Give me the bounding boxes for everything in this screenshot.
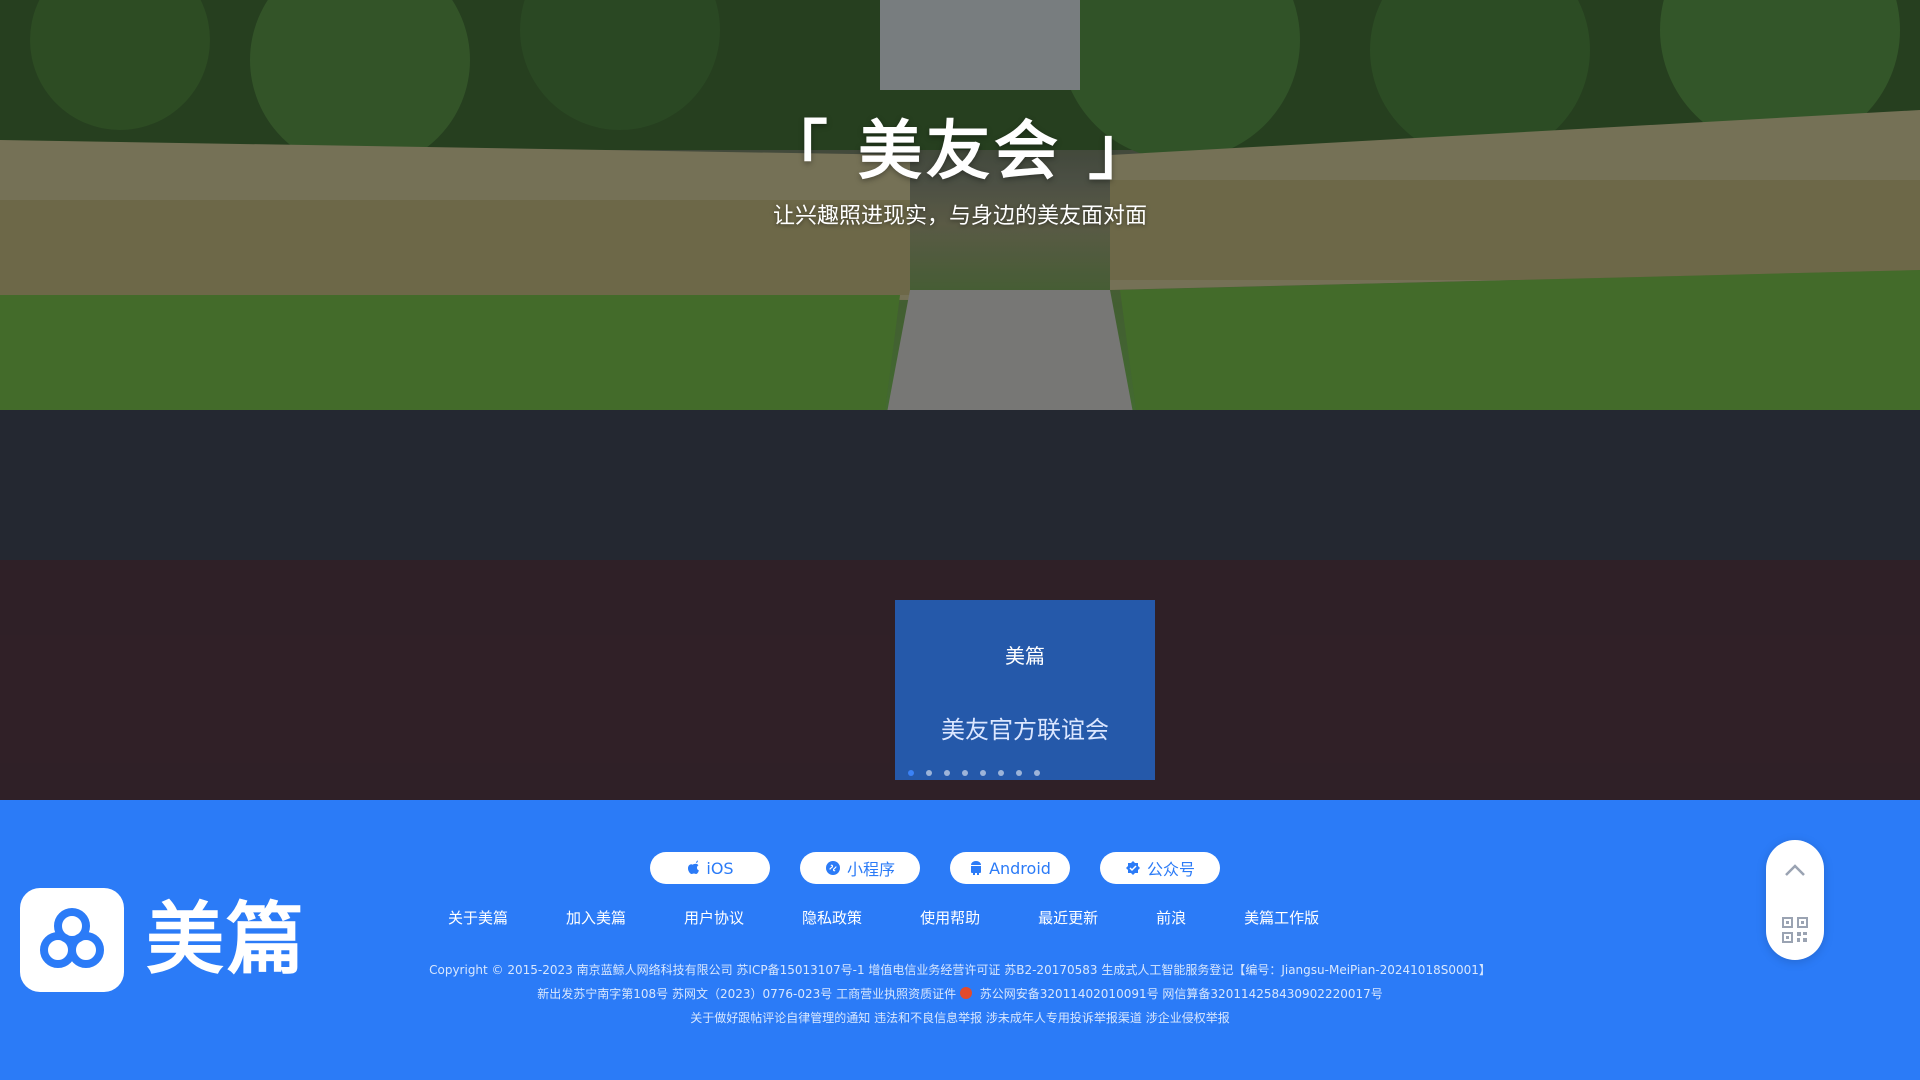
hero-banner[interactable]: 「 美友会 」 让兴趣照进现实，与身边的美友面对面 美篇 美友官方联谊会 bbox=[0, 0, 1920, 800]
ios-button[interactable]: iOS bbox=[650, 852, 770, 884]
side-widget bbox=[1766, 840, 1824, 960]
android-icon bbox=[971, 861, 982, 875]
carousel-dot[interactable] bbox=[962, 770, 968, 776]
back-to-top-icon bbox=[1785, 864, 1805, 876]
apple-icon bbox=[688, 860, 700, 874]
link-qianlang[interactable]: 前浪 bbox=[1156, 907, 1186, 928]
hero-subtitle: 让兴趣照进现实，与身边的美友面对面 bbox=[772, 204, 1147, 229]
license-text[interactable]: 新出发苏宁南字第108号 苏网文（2023）0776-023号 工商营业执照资质… bbox=[537, 987, 960, 1001]
miniprogram-button[interactable]: 小程序 bbox=[800, 852, 920, 884]
report-line[interactable]: 关于做好跟帖评论自律管理的通知 违法和不良信息举报 涉未成年人专用投诉举报渠道 … bbox=[0, 1006, 1920, 1030]
carousel-dot[interactable] bbox=[944, 770, 950, 776]
carousel-dot[interactable] bbox=[998, 770, 1004, 776]
carousel-dot[interactable] bbox=[926, 770, 932, 776]
hero-title: 「 美友会 」 bbox=[763, 115, 1157, 189]
miniprogram-label: 小程序 bbox=[846, 860, 895, 879]
link-user-agreement[interactable]: 用户协议 bbox=[684, 907, 744, 928]
qr-code-button[interactable] bbox=[1766, 900, 1824, 960]
copyright-line[interactable]: Copyright © 2015-2023 南京蓝鲸人网络科技有限公司 苏ICP… bbox=[0, 958, 1920, 982]
miniprogram-icon bbox=[825, 861, 840, 875]
official-account-icon bbox=[1125, 861, 1140, 875]
link-join[interactable]: 加入美篇 bbox=[566, 907, 626, 928]
android-button[interactable]: Android bbox=[950, 852, 1070, 884]
footer: 美篇 iOS 小程序 Android 公众号 关于美篇 加入美篇 用户协议 隐私… bbox=[0, 800, 1920, 1080]
link-about[interactable]: 关于美篇 bbox=[448, 907, 508, 928]
license-line: 新出发苏宁南字第108号 苏网文（2023）0776-023号 工商营业执照资质… bbox=[0, 982, 1920, 1006]
platform-buttons: iOS 小程序 Android 公众号 bbox=[650, 852, 1220, 884]
banner-text: 美友官方联谊会 bbox=[941, 716, 1109, 744]
link-help[interactable]: 使用帮助 bbox=[920, 907, 980, 928]
security-record-text[interactable]: 苏公网安备32011402010091号 网信算备320114258430902… bbox=[980, 987, 1383, 1001]
banner-brand: 美篇 bbox=[1005, 644, 1045, 668]
legal-info: Copyright © 2015-2023 南京蓝鲸人网络科技有限公司 苏ICP… bbox=[0, 958, 1920, 1030]
ios-label: iOS bbox=[706, 858, 734, 878]
carousel-dot[interactable] bbox=[1016, 770, 1022, 776]
carousel-dot[interactable] bbox=[980, 770, 986, 776]
carousel-dot[interactable] bbox=[908, 770, 914, 776]
link-work-edition[interactable]: 美篇工作版 bbox=[1244, 907, 1319, 928]
link-privacy-policy[interactable]: 隐私政策 bbox=[802, 907, 862, 928]
footer-links: 关于美篇 加入美篇 用户协议 隐私政策 使用帮助 最近更新 前浪 美篇工作版 bbox=[448, 907, 1319, 928]
official-account-button[interactable]: 公众号 bbox=[1100, 852, 1220, 884]
carousel-dot[interactable] bbox=[1034, 770, 1040, 776]
police-badge-icon bbox=[959, 987, 972, 999]
android-label: Android bbox=[989, 858, 1051, 878]
qr-code-icon bbox=[1782, 917, 1808, 943]
link-recent-updates[interactable]: 最近更新 bbox=[1038, 907, 1098, 928]
carousel-dots[interactable] bbox=[908, 770, 1040, 776]
back-to-top-button[interactable] bbox=[1766, 840, 1824, 900]
official-account-label: 公众号 bbox=[1146, 860, 1195, 879]
